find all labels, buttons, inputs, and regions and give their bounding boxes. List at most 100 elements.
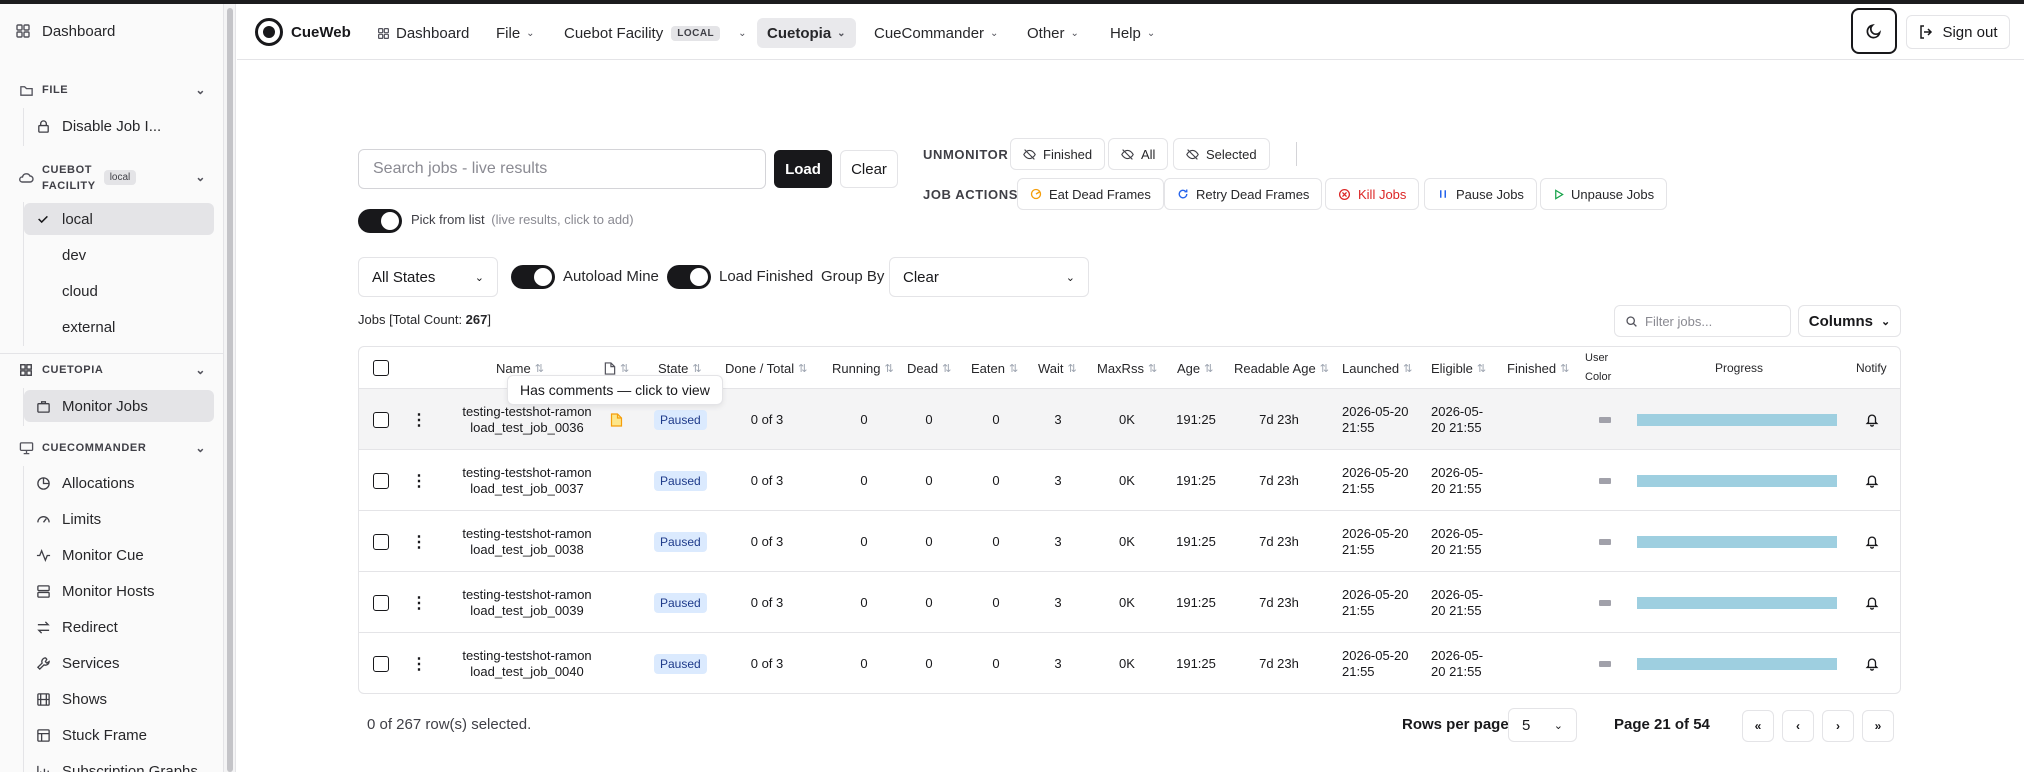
table-row[interactable]: ⋮ testing-testshot-ramon load_test_job_0… (359, 450, 1900, 511)
pick-from-list-toggle[interactable] (358, 209, 402, 233)
row-checkbox[interactable] (373, 511, 389, 572)
nav-other[interactable]: Other ⌄ (1017, 18, 1089, 48)
column-header-launched[interactable]: Launched ⇅ (1342, 347, 1412, 389)
nav-dashboard[interactable]: Dashboard (367, 18, 479, 48)
row-actions-menu-icon[interactable]: ⋮ (411, 572, 427, 633)
sidebar-item-monitor-hosts[interactable]: Monitor Hosts (24, 575, 214, 607)
first-page-button[interactable]: « (1742, 710, 1774, 742)
pause-jobs-button[interactable]: Pause Jobs (1424, 178, 1537, 210)
user-color-swatch[interactable] (1599, 389, 1611, 450)
column-header-running[interactable]: Running ⇅ (832, 347, 894, 389)
column-header-finished[interactable]: Finished ⇅ (1507, 347, 1569, 389)
job-name-line1: testing-testshot-ramon (462, 525, 592, 541)
nav-cuetopia[interactable]: Cuetopia ⌄ (757, 18, 856, 48)
columns-button[interactable]: Columns ⌄ (1798, 305, 1901, 337)
row-actions-menu-icon[interactable]: ⋮ (411, 450, 427, 511)
column-header-dead[interactable]: Dead ⇅ (907, 347, 951, 389)
unmonitor-all-button[interactable]: All (1108, 138, 1169, 170)
filter-jobs-input[interactable]: Filter jobs... (1614, 305, 1791, 337)
bell-icon[interactable] (1865, 572, 1879, 633)
sidebar-item-stuck-frame[interactable]: Stuck Frame (24, 719, 214, 751)
column-header-done-total[interactable]: Done / Total ⇅ (725, 347, 807, 389)
cell-eligible: 2026-05- 20 21:55 (1431, 511, 1483, 572)
user-color-swatch[interactable] (1599, 511, 1611, 572)
clear-button[interactable]: Clear (840, 150, 898, 188)
bell-icon[interactable] (1865, 511, 1879, 572)
sidebar-section-cuetopia[interactable]: CUETOPIA ⌄ (18, 362, 206, 378)
state-filter-select[interactable]: All States ⌄ (358, 257, 498, 297)
bell-icon[interactable] (1865, 389, 1879, 450)
next-page-button[interactable]: › (1822, 710, 1854, 742)
column-header-maxrss[interactable]: MaxRss ⇅ (1097, 347, 1157, 389)
bell-icon[interactable] (1865, 450, 1879, 511)
sidebar-item-redirect[interactable]: Redirect (24, 611, 214, 643)
row-checkbox[interactable] (373, 450, 389, 511)
sidebar-item-monitor-cue[interactable]: Monitor Cue (24, 539, 214, 571)
chevron-down-icon: ⌄ (738, 27, 747, 39)
eat-dead-frames-button[interactable]: Eat Dead Frames (1017, 178, 1164, 210)
table-row[interactable]: ⋮ testing-testshot-ramon load_test_job_0… (359, 633, 1900, 693)
brand-logo[interactable]: CueWeb (255, 18, 351, 46)
column-header-user-color[interactable]: User Color (1585, 347, 1611, 389)
row-checkbox[interactable] (373, 633, 389, 693)
user-color-swatch[interactable] (1599, 633, 1611, 693)
bell-icon[interactable] (1865, 633, 1879, 693)
search-input[interactable] (358, 149, 766, 189)
retry-dead-frames-button[interactable]: Retry Dead Frames (1164, 178, 1323, 210)
table-row[interactable]: ⋮ testing-testshot-ramon load_test_job_0… (359, 511, 1900, 572)
kill-jobs-button[interactable]: Kill Jobs (1325, 178, 1420, 210)
unmonitor-selected-button[interactable]: Selected (1173, 138, 1270, 170)
row-actions-menu-icon[interactable]: ⋮ (411, 511, 427, 572)
sidebar-item-limits[interactable]: Limits (24, 503, 214, 535)
sidebar-item-dev[interactable]: dev (24, 239, 214, 271)
job-name[interactable]: testing-testshot-ramon load_test_job_003… (445, 572, 609, 633)
sidebar-item-local[interactable]: local (24, 203, 214, 235)
sidebar-item-cloud[interactable]: cloud (24, 275, 214, 307)
select-all-checkbox[interactable] (373, 347, 389, 389)
nav-file[interactable]: File ⌄ (486, 18, 545, 48)
sidebar-item-monitor-jobs[interactable]: Monitor Jobs (24, 390, 214, 422)
load-finished-toggle[interactable] (667, 265, 711, 289)
sidebar-item-subscription-graphs[interactable]: Subscription Graphs (24, 755, 214, 772)
sidebar-section-cuecommander[interactable]: CUECOMMANDER ⌄ (18, 440, 206, 456)
row-actions-menu-icon[interactable]: ⋮ (411, 633, 427, 693)
unpause-jobs-button[interactable]: Unpause Jobs (1540, 178, 1668, 210)
unmonitor-finished-button[interactable]: Finished (1010, 138, 1106, 170)
row-actions-menu-icon[interactable]: ⋮ (411, 389, 427, 450)
sidebar-scrollbar-thumb[interactable] (227, 8, 233, 772)
column-header-age[interactable]: Age ⇅ (1177, 347, 1213, 389)
sign-out-button[interactable]: Sign out (1906, 15, 2010, 49)
user-color-swatch[interactable] (1599, 450, 1611, 511)
nav-help[interactable]: Help ⌄ (1100, 18, 1165, 48)
group-by-select[interactable]: Clear ⌄ (889, 257, 1089, 297)
sidebar-item-disable-job[interactable]: Disable Job I... (24, 110, 214, 142)
job-name[interactable]: testing-testshot-ramon load_test_job_003… (445, 450, 609, 511)
nav-facility[interactable]: Cuebot Facility LOCAL ⌄ (554, 18, 757, 48)
load-button[interactable]: Load (774, 150, 832, 188)
sidebar-section-file[interactable]: FILE ⌄ (18, 82, 206, 98)
brand-name: CueWeb (291, 23, 351, 41)
sidebar-item-services[interactable]: Services (24, 647, 214, 679)
column-header-wait[interactable]: Wait ⇅ (1038, 347, 1077, 389)
nav-cuecommander[interactable]: CueCommander ⌄ (864, 18, 1008, 48)
theme-toggle-button[interactable] (1851, 8, 1897, 54)
autoload-mine-toggle[interactable] (511, 265, 555, 289)
cell-launched: 2026-05-20 21:55 (1342, 389, 1409, 450)
sidebar-item-shows[interactable]: Shows (24, 683, 214, 715)
table-row[interactable]: ⋮ testing-testshot-ramon load_test_job_0… (359, 572, 1900, 633)
sidebar-dashboard[interactable]: Dashboard (14, 22, 214, 40)
user-color-swatch[interactable] (1599, 572, 1611, 633)
last-page-button[interactable]: » (1862, 710, 1894, 742)
sidebar-item-allocations[interactable]: Allocations (24, 467, 214, 499)
job-name[interactable]: testing-testshot-ramon load_test_job_003… (445, 511, 609, 572)
column-header-eligible[interactable]: Eligible ⇅ (1431, 347, 1486, 389)
row-checkbox[interactable] (373, 389, 389, 450)
column-header-readable-age[interactable]: Readable Age ⇅ (1234, 347, 1329, 389)
job-name[interactable]: testing-testshot-ramon load_test_job_004… (445, 633, 609, 693)
rows-per-page-select[interactable]: 5 ⌄ (1508, 708, 1577, 742)
column-header-eaten[interactable]: Eaten ⇅ (971, 347, 1018, 389)
sidebar-section-facility[interactable]: CUEBOT FACILITY local ⌄ (18, 162, 206, 194)
prev-page-button[interactable]: ‹ (1782, 710, 1814, 742)
row-checkbox[interactable] (373, 572, 389, 633)
sidebar-item-external[interactable]: external (24, 311, 214, 343)
